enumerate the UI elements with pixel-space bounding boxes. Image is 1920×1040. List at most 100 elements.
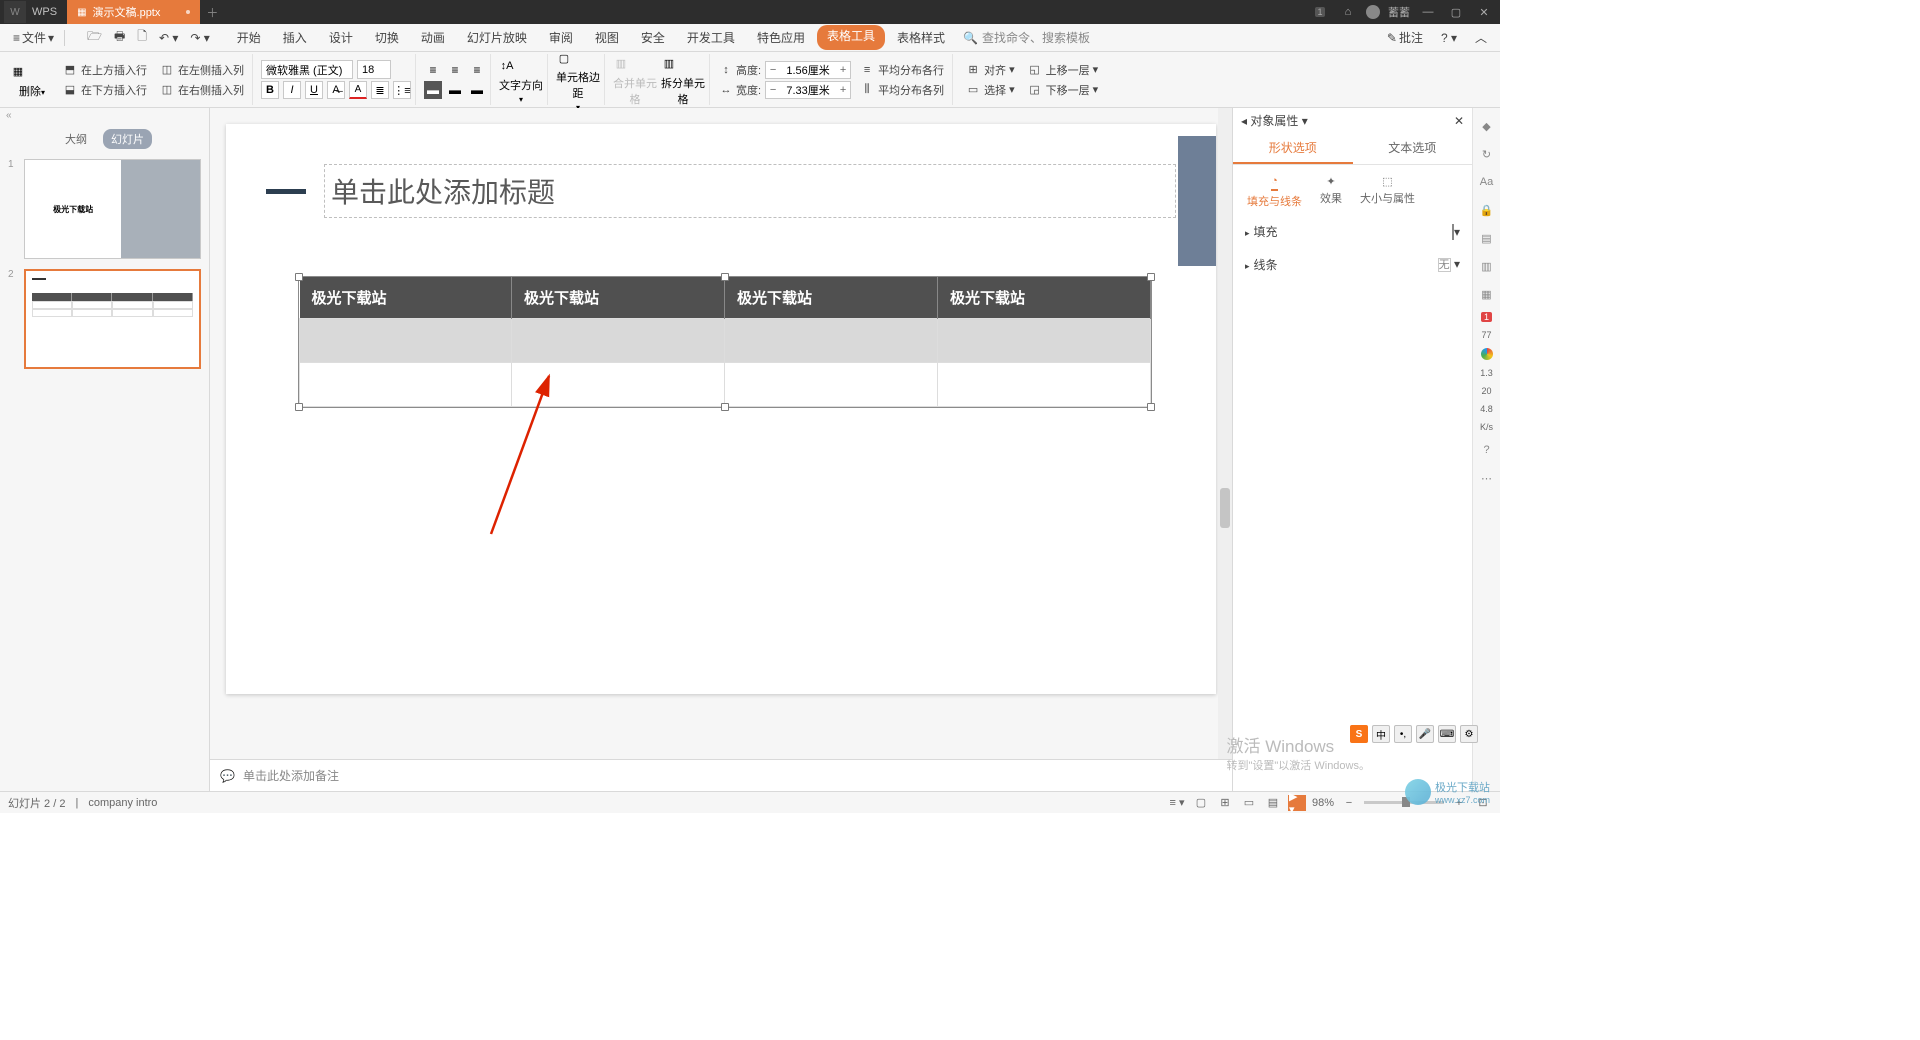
slide-thumb-2[interactable]: 2	[8, 269, 201, 369]
valign-top-button[interactable]: ▬	[424, 81, 442, 99]
italic-button[interactable]: I	[283, 81, 301, 99]
selection-handle[interactable]	[295, 273, 303, 281]
tab-devtools[interactable]: 开发工具	[677, 25, 745, 50]
selection-handle[interactable]	[1147, 273, 1155, 281]
ime-keyboard-button[interactable]: ⌨	[1438, 725, 1456, 743]
tab-slideshow[interactable]: 幻灯片放映	[457, 25, 537, 50]
table-header-cell[interactable]: 极光下载站	[937, 277, 1150, 319]
outline-tab[interactable]: 大纲	[57, 129, 95, 149]
slideshow-button[interactable]: ▶ ▾	[1288, 795, 1306, 811]
print-preview-icon[interactable]: 🗋	[132, 27, 152, 49]
align-right-button[interactable]: ≡	[468, 61, 486, 79]
search-input[interactable]: 🔍 查找命令、搜索模板	[957, 27, 1096, 48]
title-placeholder[interactable]: 单击此处添加标题	[324, 164, 1176, 218]
font-family-select[interactable]	[261, 60, 353, 79]
side-btn-1[interactable]: ◆	[1477, 116, 1497, 136]
new-tab-button[interactable]: ＋	[200, 4, 224, 21]
document-tab[interactable]: ▦ 演示文稿.pptx	[67, 0, 200, 24]
sorter-view-button[interactable]: ⊞	[1216, 795, 1234, 811]
slide[interactable]: 单击此处添加标题 极光下载站 极光下载站 极光下载站 极光下载站	[226, 124, 1216, 694]
font-size-select[interactable]	[357, 60, 391, 79]
line-swatch[interactable]: 无	[1438, 258, 1451, 272]
side-btn-3[interactable]: Aa	[1477, 172, 1497, 192]
ime-settings-button[interactable]: ⚙	[1460, 725, 1478, 743]
shape-options-tab[interactable]: 形状选项	[1233, 133, 1353, 164]
vertical-scrollbar[interactable]	[1218, 108, 1232, 759]
reading-view-button[interactable]: ▭	[1240, 795, 1258, 811]
fill-stroke-tab[interactable]: ◔填充与线条	[1247, 175, 1302, 209]
ime-punct-button[interactable]: •,	[1394, 725, 1412, 743]
selection-handle[interactable]	[721, 273, 729, 281]
tab-special[interactable]: 特色应用	[747, 25, 815, 50]
tab-insert[interactable]: 插入	[273, 25, 317, 50]
align-left-button[interactable]: ≡	[424, 61, 442, 79]
save-icon[interactable]	[70, 27, 80, 49]
side-more-button[interactable]: ⋯	[1477, 468, 1497, 488]
valign-middle-button[interactable]: ▬	[446, 81, 464, 99]
help-button[interactable]: ? ▾	[1436, 27, 1462, 49]
slide-canvas[interactable]: 单击此处添加标题 极光下载站 极光下载站 极光下载站 极光下载站	[210, 108, 1232, 759]
height-stepper[interactable]: −+	[765, 61, 851, 79]
collapse-ribbon-button[interactable]: ︿	[1470, 27, 1492, 49]
send-backward-button[interactable]: ◲下移一层 ▾	[1023, 81, 1103, 99]
effect-tab[interactable]: ✦效果	[1320, 175, 1342, 209]
underline-button[interactable]: U	[305, 81, 323, 99]
side-btn-6[interactable]: ▥	[1477, 256, 1497, 276]
fill-section[interactable]: ▸填充 ▾	[1233, 215, 1472, 248]
table-header-cell[interactable]: 极光下载站	[724, 277, 937, 319]
split-cells-button[interactable]: ▥拆分单元格	[661, 53, 705, 107]
table-header-cell[interactable]: 极光下载站	[511, 277, 724, 319]
notes-pane[interactable]: 💬 单击此处添加备注	[210, 759, 1232, 791]
valign-bottom-button[interactable]: ▬	[468, 81, 486, 99]
side-btn-7[interactable]: ▦	[1477, 284, 1497, 304]
user-avatar-icon[interactable]	[1366, 5, 1380, 19]
table-cell[interactable]	[300, 363, 512, 407]
insert-col-right-button[interactable]: ◫在右侧插入列	[155, 81, 248, 99]
text-options-tab[interactable]: 文本选项	[1353, 133, 1473, 164]
number-list-button[interactable]: ≣	[371, 81, 389, 99]
width-stepper[interactable]: −+	[765, 81, 851, 99]
selection-handle[interactable]	[1147, 403, 1155, 411]
ime-toolbar[interactable]: S 中 •, 🎤 ⌨ ⚙	[1350, 725, 1478, 743]
tab-design[interactable]: 设计	[319, 25, 363, 50]
side-help-button[interactable]: ?	[1477, 440, 1497, 460]
tab-animation[interactable]: 动画	[411, 25, 455, 50]
align-center-button[interactable]: ≡	[446, 61, 464, 79]
tab-transition[interactable]: 切换	[365, 25, 409, 50]
side-btn-2[interactable]: ↻	[1477, 144, 1497, 164]
fill-swatch[interactable]	[1452, 224, 1454, 240]
notification-button[interactable]: 1	[1310, 2, 1330, 22]
bullet-list-button[interactable]: ⋮≡	[393, 81, 411, 99]
tab-table-style[interactable]: 表格样式	[887, 25, 955, 50]
align-objects-button[interactable]: ⊞对齐 ▾	[961, 61, 1019, 79]
delete-button[interactable]: ▦删除▾	[10, 61, 54, 99]
insert-row-below-button[interactable]: ⬓在下方插入行	[58, 81, 151, 99]
side-btn-5[interactable]: ▤	[1477, 228, 1497, 248]
distribute-cols-button[interactable]: ⫼平均分布各列	[855, 81, 948, 99]
collapse-icon[interactable]: «	[0, 108, 209, 123]
print-icon[interactable]: 🖶	[109, 27, 130, 49]
selection-handle[interactable]	[721, 403, 729, 411]
insert-row-above-button[interactable]: ⬒在上方插入行	[58, 61, 151, 79]
annotate-button[interactable]: ✎ 批注	[1382, 27, 1428, 49]
ime-lang-button[interactable]: 中	[1372, 725, 1390, 743]
view-menu-button[interactable]: ≡ ▾	[1168, 795, 1186, 811]
slide-thumb-1[interactable]: 1 极光下载站	[8, 159, 201, 259]
table[interactable]: 极光下载站 极光下载站 极光下载站 极光下载站	[298, 276, 1152, 408]
app-menu-button[interactable]: ≡ 文件 ▾	[8, 27, 59, 49]
insert-col-left-button[interactable]: ◫在左侧插入列	[155, 61, 248, 79]
text-direction-button[interactable]: ↕A文字方向	[499, 55, 543, 93]
clear-format-button[interactable]: A̶	[327, 81, 345, 99]
table-header-cell[interactable]: 极光下载站	[300, 277, 512, 319]
open-icon[interactable]: 🗁	[82, 27, 107, 49]
undo-button[interactable]: ↶ ▾	[154, 27, 183, 49]
slides-tab[interactable]: 幻灯片	[103, 129, 152, 149]
ime-voice-button[interactable]: 🎤	[1416, 725, 1434, 743]
distribute-rows-button[interactable]: ≡平均分布各行	[855, 61, 948, 79]
close-pane-button[interactable]: ✕	[1454, 114, 1464, 128]
zoom-out-button[interactable]: −	[1340, 795, 1358, 811]
tab-start[interactable]: 开始	[227, 25, 271, 50]
bold-button[interactable]: B	[261, 81, 279, 99]
notes-view-button[interactable]: ▤	[1264, 795, 1282, 811]
select-button[interactable]: ▭选择 ▾	[961, 81, 1019, 99]
